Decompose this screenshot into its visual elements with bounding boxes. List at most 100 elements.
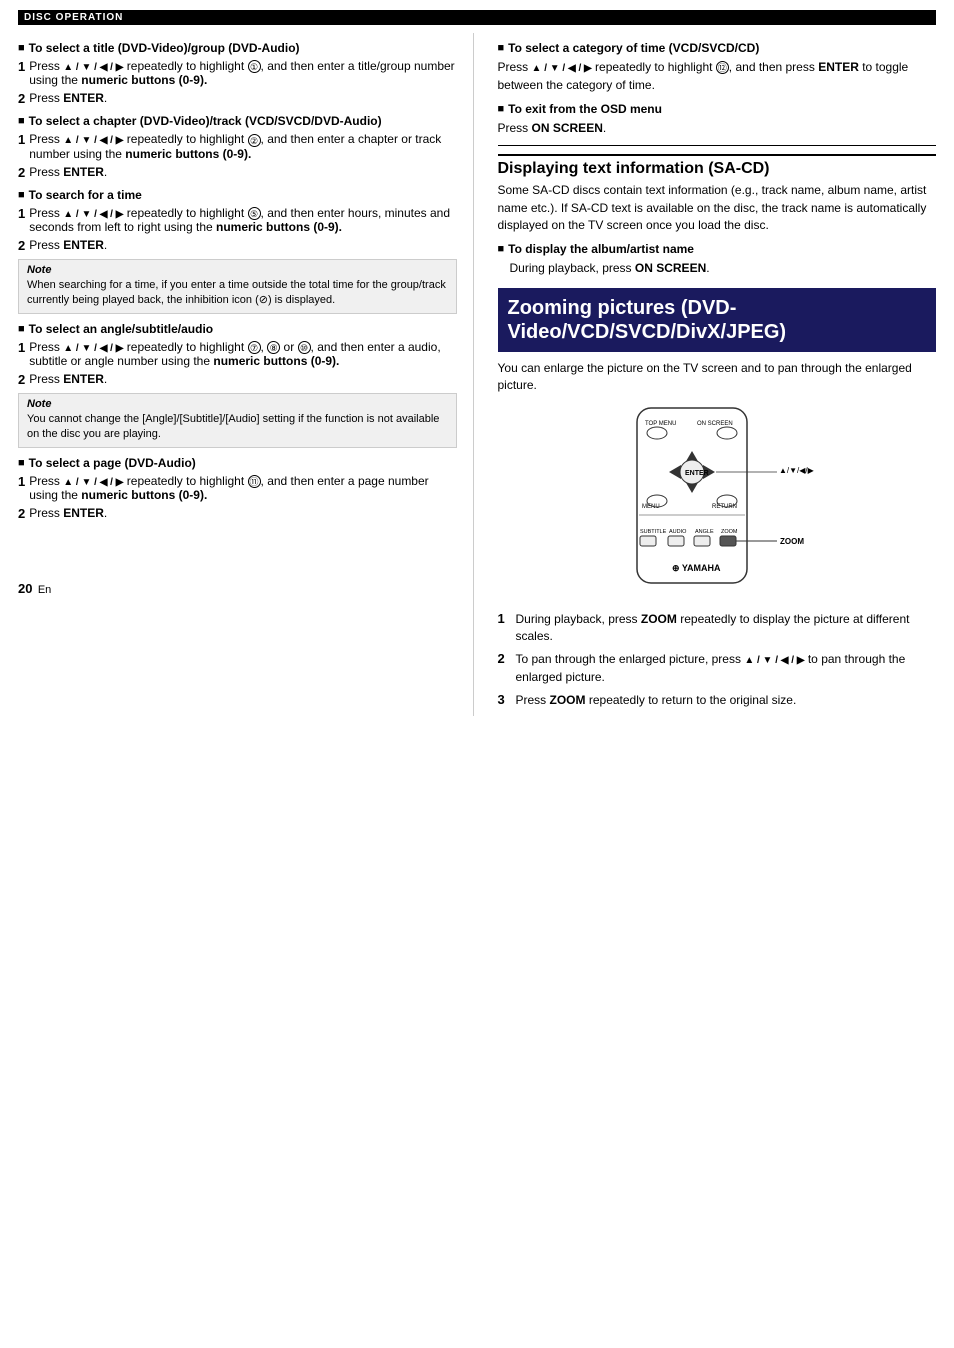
svg-text:ENTER: ENTER — [685, 470, 709, 477]
svg-text:ZOOM: ZOOM — [721, 529, 738, 535]
arrow-icons-2: ▲ / ▼ / ◀ / ▶ — [63, 135, 123, 146]
step-num-2a: 2 — [18, 91, 25, 106]
step-4-1-content: Press ▲ / ▼ / ◀ / ▶ repeatedly to highli… — [29, 340, 456, 368]
section-category-body: Press ▲ / ▼ / ◀ / ▶ repeatedly to highli… — [498, 59, 937, 94]
section-album-heading: To display the album/artist name — [498, 242, 937, 256]
arrow-icons-4: ▲ / ▼ / ◀ / ▶ — [63, 343, 123, 354]
section-time-search: To search for a time 1 Press ▲ / ▼ / ◀ /… — [18, 188, 457, 253]
enter-5: ENTER — [63, 506, 104, 520]
zoom-step-num-3: 3 — [498, 692, 516, 707]
sacd-section: Displaying text information (SA-CD) Some… — [498, 154, 937, 278]
step-1-1-content: Press ▲ / ▼ / ◀ / ▶ repeatedly to highli… — [29, 59, 456, 87]
circle-10: ⑩ — [298, 341, 311, 354]
on-screen-1: ON SCREEN — [532, 121, 603, 135]
step-5-1-content: Press ▲ / ▼ / ◀ / ▶ repeatedly to highli… — [29, 474, 456, 502]
bold-num-1: numeric buttons (0-9). — [81, 73, 207, 87]
step-num-3-1: 1 — [18, 206, 25, 221]
note-box-2: Note You cannot change the [Angle]/[Subt… — [18, 393, 457, 448]
page-number-area: 20 En — [18, 581, 457, 596]
section-page-text: To select a page (DVD-Audio) — [29, 456, 196, 470]
bold-num-4: numeric buttons (0-9). — [213, 354, 339, 368]
zoom-step-text-3: Press ZOOM repeatedly to return to the o… — [516, 692, 937, 709]
step-2-2-content: Press ENTER. — [29, 165, 456, 179]
step-1-2-content: Press ENTER. — [29, 91, 456, 105]
enter-6: ENTER — [818, 60, 859, 74]
circle-5: ⑤ — [248, 207, 261, 220]
note-text-1: When searching for a time, if you enter … — [27, 278, 448, 309]
circle-1: ① — [248, 60, 261, 73]
zoom-body: You can enlarge the picture on the TV sc… — [498, 360, 937, 395]
bold-num-3: numeric buttons (0-9). — [216, 220, 342, 234]
section-osd: To exit from the OSD menu Press ON SCREE… — [498, 102, 937, 137]
zoom-step-num-2: 2 — [498, 651, 516, 666]
left-column: To select a title (DVD-Video)/group (DVD… — [18, 33, 474, 716]
section-chapter-text: To select a chapter (DVD-Video)/track (V… — [29, 114, 382, 128]
remote-svg: TOP MENU ON SCREEN — [607, 403, 827, 603]
zoom-step-1: 1 During playback, press ZOOM repeatedly… — [498, 611, 937, 646]
section-chapter: To select a chapter (DVD-Video)/track (V… — [18, 114, 457, 179]
step-num-4-1: 1 — [18, 340, 25, 355]
zoom-bold-1: ZOOM — [641, 612, 677, 626]
section-osd-text: To exit from the OSD menu — [508, 102, 662, 116]
bold-num-2: numeric buttons (0-9). — [125, 147, 251, 161]
remote-container: TOP MENU ON SCREEN — [498, 403, 937, 603]
step-3-1: 1 Press ▲ / ▼ / ◀ / ▶ repeatedly to high… — [18, 206, 457, 234]
section-angle: To select an angle/subtitle/audio 1 Pres… — [18, 322, 457, 387]
step-5-2-content: Press ENTER. — [29, 506, 456, 520]
note-box-1: Note When searching for a time, if you e… — [18, 259, 457, 314]
note-label-1: Note — [27, 264, 448, 276]
section-angle-heading: To select an angle/subtitle/audio — [18, 322, 457, 336]
enter-4: ENTER — [63, 372, 104, 386]
step-3-2-content: Press ENTER. — [29, 238, 456, 252]
page: DISC OPERATION To select a title (DVD-Vi… — [0, 0, 954, 1348]
enter-2: ENTER — [63, 165, 104, 179]
step-1-1: 1 Press ▲ / ▼ / ◀ / ▶ repeatedly to high… — [18, 59, 457, 87]
zoom-bold-3: ZOOM — [550, 693, 586, 707]
arrow-icons-6: ▲ / ▼ / ◀ / ▶ — [532, 63, 592, 74]
arrow-icons-3: ▲ / ▼ / ◀ / ▶ — [63, 209, 123, 220]
top-bar-label: DISC OPERATION — [24, 12, 123, 23]
svg-text:AUDIO: AUDIO — [669, 529, 687, 535]
svg-text:ZOOM: ZOOM — [780, 537, 804, 546]
two-col-layout: To select a title (DVD-Video)/group (DVD… — [18, 33, 936, 716]
section-album-text: To display the album/artist name — [508, 242, 694, 256]
section-category-text: To select a category of time (VCD/SVCD/C… — [508, 41, 759, 55]
step-2-1-content: Press ▲ / ▼ / ◀ / ▶ repeatedly to highli… — [29, 132, 456, 160]
section-album-body: During playback, press ON SCREEN. — [510, 260, 937, 277]
section-title-text: To select a title (DVD-Video)/group (DVD… — [29, 41, 300, 55]
bold-num-5: numeric buttons (0-9). — [81, 488, 207, 502]
section-page: To select a page (DVD-Audio) 1 Press ▲ /… — [18, 456, 457, 521]
step-4-2: 2 Press ENTER. — [18, 372, 457, 387]
section-title-heading: To select a title (DVD-Video)/group (DVD… — [18, 41, 457, 55]
step-num-3-2: 2 — [18, 238, 25, 253]
step-1-2: 2 Press ENTER. — [18, 91, 457, 106]
zoom-step-text-2: To pan through the enlarged picture, pre… — [516, 651, 937, 686]
top-bar: DISC OPERATION — [18, 10, 936, 25]
on-screen-2: ON SCREEN — [635, 261, 706, 275]
step-num-5-2: 2 — [18, 506, 25, 521]
section-title: To select a title (DVD-Video)/group (DVD… — [18, 41, 457, 106]
zoom-title: Zooming pictures (DVD-Video/VCD/SVCD/Div… — [508, 296, 927, 344]
right-column: To select a category of time (VCD/SVCD/C… — [494, 33, 937, 716]
svg-text:ANGLE: ANGLE — [695, 529, 714, 535]
section-osd-body: Press ON SCREEN. — [498, 120, 937, 137]
section-angle-text: To select an angle/subtitle/audio — [29, 322, 213, 336]
zoom-section-header: Zooming pictures (DVD-Video/VCD/SVCD/Div… — [498, 288, 937, 352]
svg-text:⊕ YAMAHA: ⊕ YAMAHA — [672, 563, 721, 573]
step-2-1: 1 Press ▲ / ▼ / ◀ / ▶ repeatedly to high… — [18, 132, 457, 160]
step-num-2-2: 2 — [18, 165, 25, 180]
circle-11: ⑪ — [248, 475, 261, 488]
svg-text:SUBTITLE: SUBTITLE — [640, 529, 667, 535]
section-category-heading: To select a category of time (VCD/SVCD/C… — [498, 41, 937, 55]
step-2-2: 2 Press ENTER. — [18, 165, 457, 180]
step-3-1-content: Press ▲ / ▼ / ◀ / ▶ repeatedly to highli… — [29, 206, 456, 234]
step-4-1: 1 Press ▲ / ▼ / ◀ / ▶ repeatedly to high… — [18, 340, 457, 368]
arrow-icons-7: ▲ / ▼ / ◀ / ▶ — [744, 655, 804, 666]
svg-text:ON SCREEN: ON SCREEN — [697, 421, 733, 427]
section-page-heading: To select a page (DVD-Audio) — [18, 456, 457, 470]
step-num-2-1: 1 — [18, 132, 25, 147]
svg-text:▲/▼/◀/▶: ▲/▼/◀/▶ — [779, 466, 815, 475]
step-3-2: 2 Press ENTER. — [18, 238, 457, 253]
section-osd-heading: To exit from the OSD menu — [498, 102, 937, 116]
svg-text:TOP MENU: TOP MENU — [645, 421, 676, 427]
